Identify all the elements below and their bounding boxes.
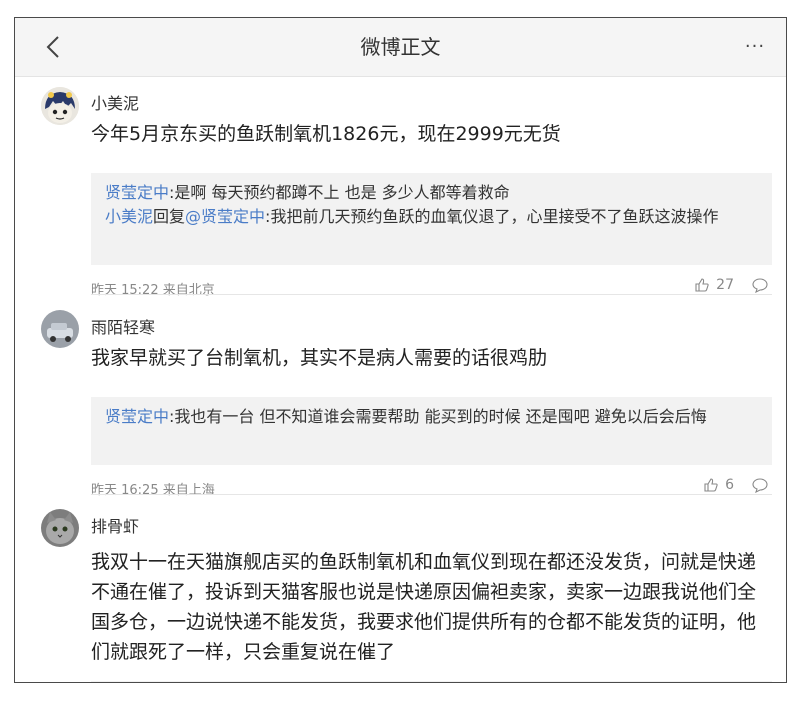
comment-bubble-icon[interactable] [752, 477, 768, 493]
comment-item: 雨陌轻寒 我家早就买了台制氧机，其实不是病人需要的话很鸡肋 贤莹定中:我也有一台… [15, 295, 786, 498]
avatar-cartoon-icon [41, 87, 79, 125]
more-button[interactable]: ··· [738, 32, 772, 62]
reply-line: 小美泥回复@贤莹定中:我把前几天预约鱼跃的血氧仪退了，心里接受不了鱼跃这波操作 [105, 205, 758, 229]
reply-text: :我把前几天预约鱼跃的血氧仪退了，心里接受不了鱼跃这波操作 [265, 207, 719, 226]
reply-author[interactable]: 贤莹定中 [105, 183, 169, 202]
avatar-photo-icon [41, 310, 79, 348]
avatar-cat-icon [41, 509, 79, 547]
comment-actions: 6 [703, 477, 768, 493]
reply-text: :我也有一台 但不知道谁会需要帮助 能买到的时候 还是囤吧 避免以后会后悔 [169, 407, 707, 426]
reply-line: 贤莹定中:我也有一台 但不知道谁会需要帮助 能买到的时候 还是囤吧 避免以后会后… [105, 405, 758, 429]
like-count: 6 [725, 477, 734, 493]
comment-bubble-icon[interactable] [752, 277, 768, 293]
comment-item: 小美泥 今年5月京东买的鱼跃制氧机1826元，现在2999元无货 贤莹定中:是啊… [15, 76, 786, 310]
nav-bar: 微博正文 ··· [15, 18, 786, 77]
reply-box[interactable]: 贤莹定中:是啊 每天预约都蹲不上 也是 多少人都等着救命 小美泥回复@贤莹定中:… [91, 173, 772, 265]
comment-text: 今年5月京东买的鱼跃制氧机1826元，现在2999元无货 [91, 123, 561, 145]
reply-line: 贤莹定中:是啊 每天预约都蹲不上 也是 多少人都等着救命 [105, 181, 758, 205]
comment-text: 我双十一在天猫旗舰店买的鱼跃制氧机和血氧仪到现在都还没发货，问就是快递不通在催了… [91, 551, 757, 663]
username[interactable]: 小美泥 [91, 90, 139, 114]
thumbs-up-icon[interactable] [694, 277, 710, 293]
thumbs-up-icon[interactable] [703, 477, 719, 493]
comment-actions: 27 [694, 277, 768, 293]
reply-author[interactable]: 小美泥 [105, 207, 153, 226]
page-title: 微博正文 [360, 35, 441, 59]
weibo-screen: 微博正文 ··· 小美泥 今年5月京东买的鱼跃制氧机1826元，现在2999元无… [14, 17, 787, 683]
reply-author[interactable]: 贤莹定中 [105, 407, 169, 426]
comment-text: 我家早就买了台制氧机，其实不是病人需要的话很鸡肋 [91, 347, 548, 369]
reply-box[interactable]: 贤莹定中:我也有一台 但不知道谁会需要帮助 能买到的时候 还是囤吧 避免以后会后… [91, 397, 772, 465]
reply-mention[interactable]: @贤莹定中 [185, 207, 265, 226]
reply-text: :是啊 每天预约都蹲不上 也是 多少人都等着救命 [169, 183, 510, 202]
reply-verb: 回复 [153, 207, 186, 226]
username[interactable]: 雨陌轻寒 [91, 314, 155, 338]
reply-box[interactable] [91, 681, 772, 682]
avatar[interactable] [41, 310, 79, 348]
avatar[interactable] [41, 87, 79, 125]
like-count: 27 [716, 277, 734, 293]
comment-item: 排骨虾 我双十一在天猫旗舰店买的鱼跃制氧机和血氧仪到现在都还没发货，问就是快递不… [15, 495, 786, 682]
username[interactable]: 排骨虾 [91, 513, 139, 537]
avatar[interactable] [41, 509, 79, 547]
